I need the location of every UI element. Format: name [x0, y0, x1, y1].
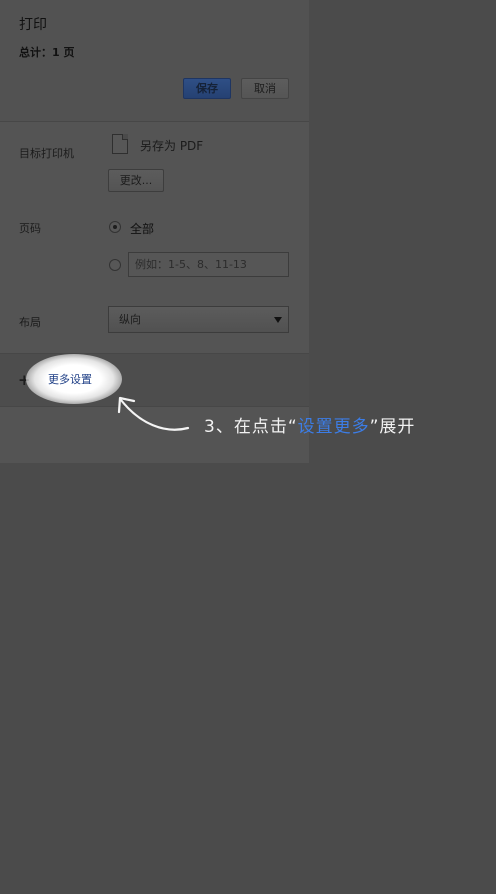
instruction-annotation: 3、在点击“设置更多”展开 — [204, 412, 415, 437]
curved-arrow-icon — [117, 396, 190, 431]
annotation-suffix: ”展开 — [369, 417, 416, 437]
annotation-highlight: 设置更多 — [297, 417, 370, 437]
annotation-prefix: 3、在点击“ — [204, 417, 298, 437]
